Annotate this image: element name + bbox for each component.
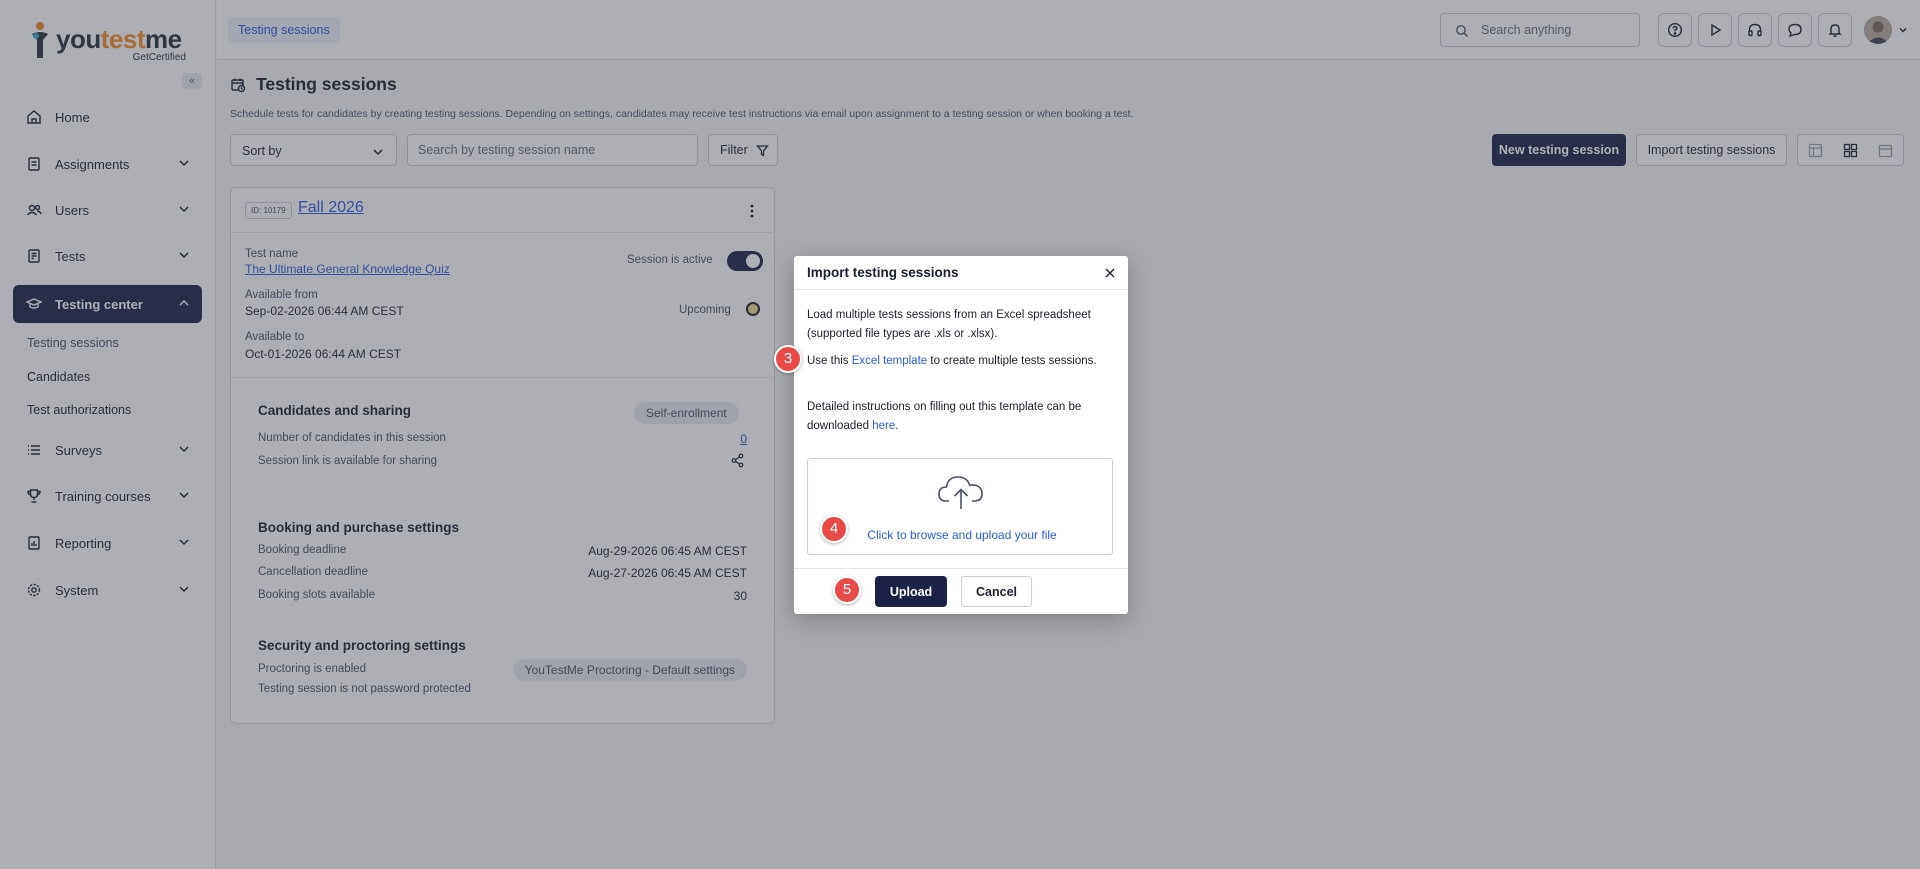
- dialog-footer-divider: [794, 568, 1128, 569]
- close-icon[interactable]: [1104, 267, 1116, 279]
- template-instructions: Use this Excel template to create multip…: [807, 352, 1119, 371]
- instructions-text-before: Detailed instructions on filling out thi…: [807, 401, 1082, 432]
- instructions-here-link[interactable]: here: [872, 420, 895, 432]
- dialog-intro-text: Load multiple tests sessions from an Exc…: [807, 309, 1091, 340]
- step-marker-5: 5: [833, 576, 861, 604]
- detailed-instructions: Detailed instructions on filling out thi…: [807, 398, 1119, 436]
- cancel-button[interactable]: Cancel: [961, 576, 1032, 607]
- step-marker-3: 3: [774, 345, 802, 373]
- template-text-before: Use this: [807, 355, 852, 367]
- cloud-upload-icon: [938, 476, 983, 509]
- step-marker-4: 4: [820, 515, 848, 543]
- import-testing-sessions-dialog: Import testing sessions Load multiple te…: [794, 256, 1128, 614]
- instructions-text-after: .: [895, 420, 899, 432]
- dialog-header: Import testing sessions: [794, 256, 1128, 290]
- template-text-after: to create multiple tests sessions.: [927, 355, 1097, 367]
- excel-template-link[interactable]: Excel template: [852, 355, 927, 367]
- file-upload-dropzone[interactable]: Click to browse and upload your file: [807, 458, 1113, 555]
- upload-button[interactable]: Upload: [875, 576, 947, 607]
- dialog-title: Import testing sessions: [807, 265, 959, 280]
- dropzone-text: Click to browse and upload your file: [867, 528, 1057, 542]
